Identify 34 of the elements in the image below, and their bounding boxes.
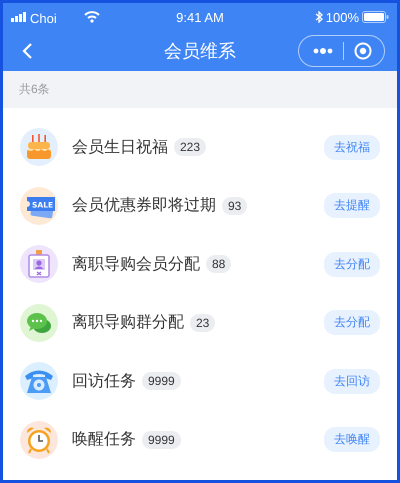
signal-icon [11, 12, 27, 22]
phone-icon [20, 362, 58, 400]
task-title: 离职导购群分配 [72, 312, 184, 334]
more-icon[interactable] [313, 48, 333, 54]
back-icon[interactable] [21, 42, 33, 60]
wifi-icon [84, 11, 100, 23]
battery-percentage: 100% [326, 10, 359, 24]
chat-icon [20, 304, 58, 342]
count-badge: 88 [206, 255, 232, 274]
clock-icon [20, 420, 58, 459]
action-button[interactable]: 去祝福 [324, 134, 380, 160]
badge-icon [20, 245, 58, 284]
battery-icon [362, 11, 389, 23]
count-badge: 223 [174, 138, 206, 156]
total-count: 共6条 [19, 81, 50, 98]
task-title: 离职导购会员分配 [72, 254, 200, 275]
carrier-name: Choi [30, 11, 57, 26]
task-title: 唤醒任务 [72, 430, 136, 450]
action-button[interactable]: 去回访 [324, 368, 380, 394]
task-title: 会员生日祝福 [72, 138, 168, 158]
count-badge: 23 [190, 314, 216, 332]
task-title: 回访任务 [72, 372, 136, 392]
action-button[interactable]: 去分配 [324, 252, 380, 277]
action-button[interactable]: 去分配 [324, 310, 380, 336]
count-badge: 9999 [142, 430, 181, 449]
action-button[interactable]: 去唤醒 [324, 427, 380, 452]
cake-icon [20, 128, 58, 166]
task-title: 会员优惠券即将过期 [72, 196, 216, 216]
count-badge: 9999 [142, 372, 181, 390]
count-badge: 93 [222, 196, 248, 215]
page-title: 会员维系 [164, 40, 236, 63]
bluetooth-icon [314, 11, 323, 23]
action-button[interactable]: 去提醒 [324, 193, 380, 218]
status-time: 9:41 AM [176, 10, 224, 24]
